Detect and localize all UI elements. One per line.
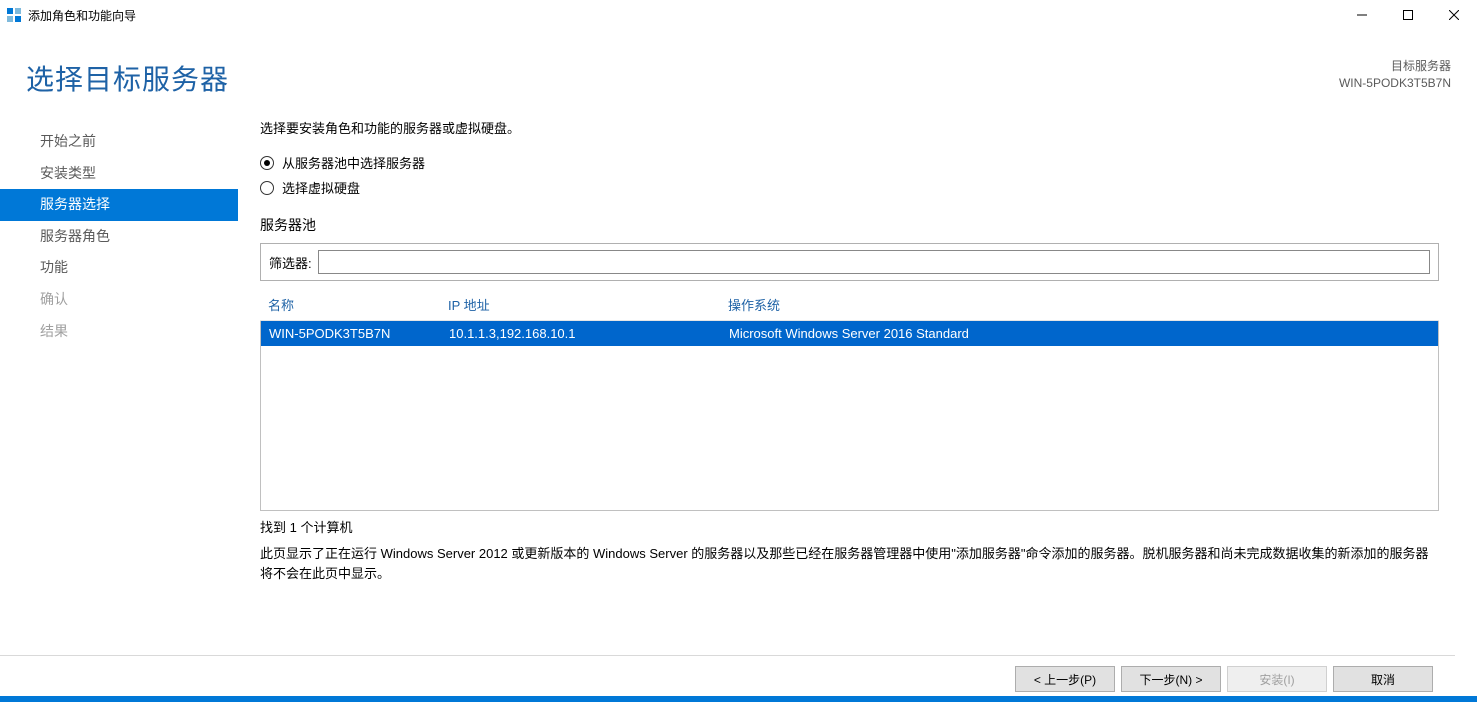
radio-unchecked-icon [260,181,274,195]
found-text: 找到 1 个计算机 [260,517,1439,536]
nav-item-2[interactable]: 服务器选择 [0,189,238,221]
minimize-button[interactable] [1339,0,1385,30]
header: 选择目标服务器 目标服务器 WIN-5PODK3T5B7N [0,30,1477,106]
maximize-button[interactable] [1385,0,1431,30]
close-button[interactable] [1431,0,1477,30]
nav-item-4[interactable]: 功能 [0,252,238,284]
table-header: 名称 IP 地址 操作系统 [260,289,1439,321]
instruction-text: 选择要安装角色和功能的服务器或虚拟硬盘。 [260,118,1439,137]
target-info: 目标服务器 WIN-5PODK3T5B7N [1339,58,1451,92]
nav-item-6: 结果 [0,316,238,348]
cell-ip: 10.1.1.3,192.168.10.1 [449,326,729,341]
radio-vhd[interactable]: 选择虚拟硬盘 [260,178,1439,197]
target-label: 目标服务器 [1339,58,1451,75]
filter-input[interactable] [318,250,1430,274]
cancel-button[interactable]: 取消 [1333,666,1433,692]
filter-row: 筛选器: [260,243,1439,281]
page-title: 选择目标服务器 [26,58,229,98]
cell-name: WIN-5PODK3T5B7N [269,326,449,341]
col-header-name[interactable]: 名称 [268,295,448,314]
install-button: 安装(I) [1227,666,1327,692]
nav-item-1[interactable]: 安装类型 [0,158,238,190]
body: 开始之前安装类型服务器选择服务器角色功能确认结果 选择要安装角色和功能的服务器或… [0,106,1477,583]
nav-item-0[interactable]: 开始之前 [0,126,238,158]
radio-vhd-label: 选择虚拟硬盘 [282,178,360,197]
titlebar-left: 添加角色和功能向导 [6,7,136,24]
main-content: 选择要安装角色和功能的服务器或虚拟硬盘。 从服务器池中选择服务器 选择虚拟硬盘 … [238,118,1477,583]
window-title: 添加角色和功能向导 [28,7,136,24]
sidebar: 开始之前安装类型服务器选择服务器角色功能确认结果 [0,118,238,583]
prev-button[interactable]: < 上一步(P) [1015,666,1115,692]
radio-pool[interactable]: 从服务器池中选择服务器 [260,153,1439,172]
footer: < 上一步(P) 下一步(N) > 安装(I) 取消 [0,655,1455,692]
app-icon [6,7,22,23]
description-text: 此页显示了正在运行 Windows Server 2012 或更新版本的 Win… [260,544,1439,583]
radio-checked-icon [260,156,274,170]
cell-os: Microsoft Windows Server 2016 Standard [729,326,1430,341]
table-row[interactable]: WIN-5PODK3T5B7N10.1.1.3,192.168.10.1Micr… [261,321,1438,346]
target-value: WIN-5PODK3T5B7N [1339,75,1451,92]
next-button[interactable]: 下一步(N) > [1121,666,1221,692]
filter-label: 筛选器: [269,250,312,274]
col-header-os[interactable]: 操作系统 [728,295,1431,314]
nav-item-3[interactable]: 服务器角色 [0,221,238,253]
nav-item-5: 确认 [0,284,238,316]
radio-pool-label: 从服务器池中选择服务器 [282,153,425,172]
table-body: WIN-5PODK3T5B7N10.1.1.3,192.168.10.1Micr… [260,321,1439,511]
col-header-ip[interactable]: IP 地址 [448,295,728,314]
pool-title: 服务器池 [260,215,1439,235]
bottom-accent-bar [0,696,1477,702]
titlebar: 添加角色和功能向导 [0,0,1477,30]
window-controls [1339,0,1477,30]
